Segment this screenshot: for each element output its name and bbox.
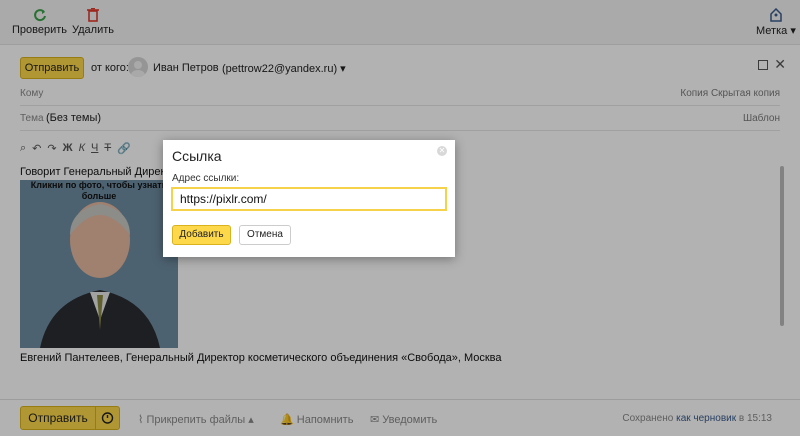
address-label: Адрес ссылки:	[172, 173, 240, 184]
link-dialog: Ссылка ✕ Адрес ссылки: Добавить Отмена	[163, 140, 455, 257]
dialog-close-icon[interactable]: ✕	[437, 146, 447, 156]
add-button[interactable]: Добавить	[172, 225, 231, 245]
link-address-input[interactable]	[171, 187, 447, 211]
dialog-title: Ссылка	[172, 148, 222, 164]
cancel-button[interactable]: Отмена	[239, 225, 291, 245]
